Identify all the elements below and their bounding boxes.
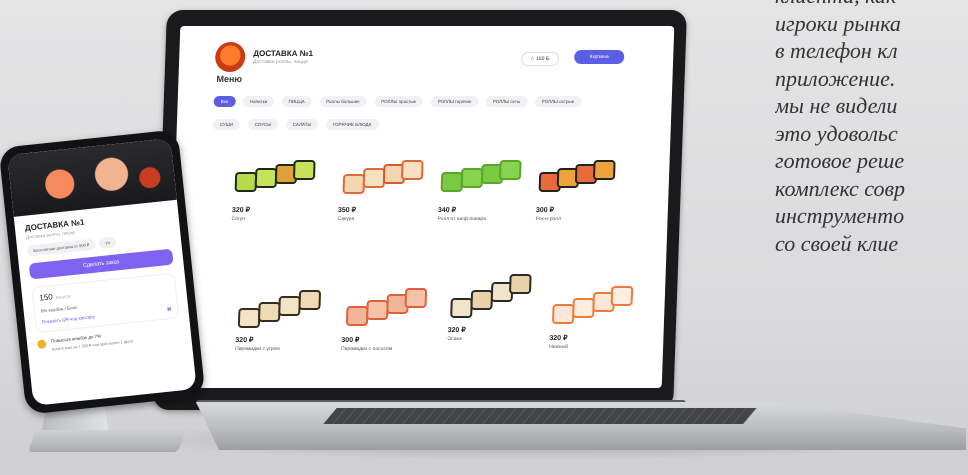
category-chip[interactable]: РОЛЛЫ горячие — [430, 96, 479, 107]
phone: ДОСТАВКА №1 Доставка роллы, пицца Беспла… — [0, 129, 206, 415]
product-card[interactable]: 300 ₽ Пирамидки с лососем — [341, 284, 443, 352]
sushi-image — [342, 284, 428, 332]
product-name: Сакура — [337, 216, 355, 222]
product-card[interactable]: 320 ₽ Осака — [447, 274, 549, 342]
product-name: Пирамидки с угрем — [234, 346, 280, 352]
product-card[interactable]: 320 ₽ Пирамидки с угрем — [235, 284, 337, 352]
product-price: 350 ₽ — [337, 207, 357, 214]
category-chip[interactable]: Напитки — [242, 96, 275, 107]
side-text-line: со своей клие — [775, 230, 899, 256]
cart-button[interactable]: Корзина — [573, 50, 625, 64]
product-name: Пирамидки с лососем — [340, 346, 393, 352]
product-name: Ролл от шеф-повара — [437, 216, 487, 222]
laptop-screen: ДОСТАВКА №1 Доставка роллы, пицца ☆ 150 … — [167, 26, 675, 388]
sushi-photo — [7, 138, 177, 217]
side-text-line: приложение. — [775, 65, 896, 91]
side-text-line: готовое реше — [775, 148, 905, 173]
sushi-image — [536, 154, 618, 202]
product-price: 320 ₽ — [549, 335, 568, 342]
menu-title: Меню — [216, 74, 243, 84]
side-text-line: это удовольс — [775, 120, 898, 146]
category-chip[interactable]: ГОРЯЧИЕ БЛЮДА — [325, 119, 379, 130]
side-text-line: в телефон кл — [775, 38, 898, 63]
medal-icon — [36, 339, 47, 350]
category-chip[interactable]: РОЛЛЫ сеты — [485, 96, 528, 107]
sushi-image — [232, 154, 316, 202]
brand-logo — [214, 42, 246, 72]
brand-title: ДОСТАВКА №1 — [253, 49, 314, 58]
category-chip[interactable]: САЛАТЫ — [285, 119, 319, 130]
side-text-line: игроки рынка — [775, 10, 901, 36]
product-name: Осака — [447, 336, 462, 342]
phone-screen: ДОСТАВКА №1 Доставка роллы, пицца Беспла… — [7, 138, 197, 406]
site-header: ДОСТАВКА №1 Доставка роллы, пицца — [214, 42, 314, 72]
side-text-line: клиента, как — [775, 0, 968, 10]
laptop-keyboard — [323, 408, 757, 424]
sushi-image — [438, 154, 522, 202]
product-name: Нежный — [549, 344, 569, 350]
brand-subtitle: Доставка роллы, пицца — [252, 59, 308, 65]
product-price: 320 ₽ — [231, 207, 251, 214]
side-text-line: инструменто — [775, 203, 905, 228]
qr-label: Показать QR-код кассиру — [41, 314, 96, 325]
category-chips: Все Напитки ПИЦЦА Роллы большие РОЛЛЫ пр… — [212, 90, 614, 136]
sushi-image — [550, 282, 634, 330]
category-chip[interactable]: Роллы большие — [319, 96, 367, 107]
product-price: 340 ₽ — [437, 207, 457, 214]
category-chip[interactable]: Все — [213, 96, 236, 107]
category-chip[interactable]: РОЛЛЫ простые — [373, 96, 424, 107]
product-name: Рок-н-ролл — [535, 216, 562, 222]
product-card[interactable]: 340 ₽ Ролл от шеф-повара — [437, 154, 539, 222]
bonus-balance[interactable]: ☆ 150 Б. — [520, 52, 560, 66]
category-chip[interactable]: ПИЦЦА — [281, 96, 312, 107]
product-name: Сёгун — [231, 216, 246, 222]
side-text: клиента, как игроки рынка в телефон кл п… — [775, 0, 968, 257]
product-card[interactable]: 320 ₽ Сёгун — [231, 154, 333, 222]
product-price: 300 ₽ — [535, 207, 555, 214]
product-card[interactable]: 300 ₽ Рок-н-ролл — [535, 154, 637, 222]
product-card[interactable]: 320 ₽ Нежный — [549, 282, 651, 350]
info-pill[interactable]: Ул — [98, 236, 117, 250]
loyalty-card: 150 бонусов 6% кешбэк / Бонс Показать QR-… — [31, 272, 180, 334]
phone-stand-base — [27, 430, 187, 452]
product-price: 320 ₽ — [235, 337, 254, 344]
category-chip[interactable]: СУШИ — [212, 119, 241, 130]
balance-value: 150 — [38, 292, 54, 303]
sushi-image — [338, 154, 424, 202]
product-price: 320 ₽ — [447, 327, 466, 334]
product-card[interactable]: 350 ₽ Сакура — [337, 154, 439, 222]
delivery-pill[interactable]: Бесплатная доставка от 900 ₽ — [26, 238, 96, 257]
category-chip[interactable]: РОЛЛЫ острые — [534, 96, 582, 107]
side-text-line: комплекс совр — [775, 175, 906, 201]
sushi-image — [448, 274, 532, 322]
balance-unit: бонусов — [55, 293, 72, 300]
qr-icon: ▦ — [166, 305, 172, 312]
side-text-line: мы не видели — [775, 93, 898, 118]
sushi-image — [236, 284, 322, 332]
product-price: 300 ₽ — [341, 337, 360, 344]
category-chip[interactable]: СОУСЫ — [247, 119, 279, 130]
brand: ДОСТАВКА №1 Доставка роллы, пицца — [253, 49, 313, 65]
